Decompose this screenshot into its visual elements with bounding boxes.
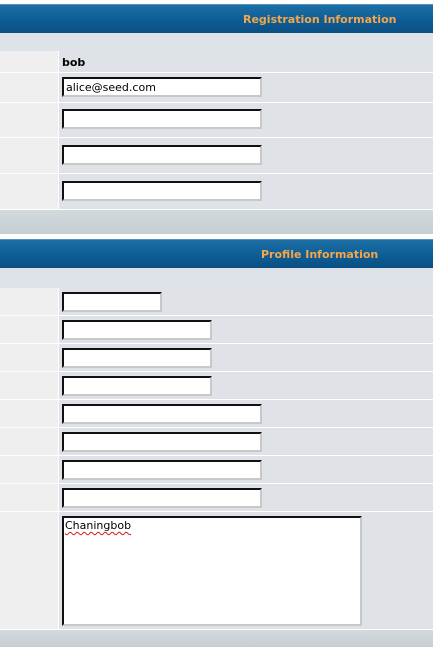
profile-row-3-field-cell [59, 344, 433, 371]
registration-footer-bar [0, 210, 433, 234]
registration-row-5 [0, 174, 433, 210]
username-value: bob [62, 56, 86, 69]
signature-row: Chaningbob [0, 512, 433, 630]
email-input[interactable] [62, 77, 262, 97]
signature-textarea[interactable]: Chaningbob [62, 516, 362, 626]
profile-row-4-field-cell [59, 372, 433, 399]
registration-row-3 [0, 103, 433, 138]
registration-section-header: Registration Information [0, 4, 433, 33]
profile-spacer [0, 268, 433, 288]
profile-row-1-field-cell [59, 288, 433, 315]
registration-row-4-field-cell [59, 138, 433, 173]
profile-footer-bar [0, 630, 433, 647]
profile-row-2-field-cell [59, 316, 433, 343]
profile-row-8-field-cell [59, 484, 433, 511]
profile-section-title: Profile Information [261, 248, 379, 261]
email-label-cell [0, 73, 59, 102]
username-row: bob [0, 51, 433, 73]
profile-row-4-label-cell [0, 372, 59, 399]
profile-field-1-input[interactable] [62, 292, 162, 312]
profile-row-8 [0, 484, 433, 512]
profile-field-2-input[interactable] [62, 320, 212, 340]
profile-row-5 [0, 400, 433, 428]
profile-row-4 [0, 372, 433, 400]
registration-spacer [0, 33, 433, 51]
registration-field-3-input[interactable] [62, 109, 262, 129]
email-row [0, 73, 433, 103]
username-field-cell: bob [59, 51, 433, 72]
registration-section-title: Registration Information [243, 13, 397, 26]
registration-row-4 [0, 138, 433, 174]
profile-row-3 [0, 344, 433, 372]
profile-field-8-input[interactable] [62, 488, 262, 508]
profile-row-6 [0, 428, 433, 456]
registration-field-5-input[interactable] [62, 181, 262, 201]
profile-row-2 [0, 316, 433, 344]
profile-field-7-input[interactable] [62, 460, 262, 480]
profile-row-7-label-cell [0, 456, 59, 483]
username-label-cell [0, 51, 59, 72]
profile-row-3-label-cell [0, 344, 59, 371]
profile-section-header: Profile Information [0, 239, 433, 268]
profile-row-7-field-cell [59, 456, 433, 483]
profile-field-5-input[interactable] [62, 404, 262, 424]
registration-row-5-field-cell [59, 174, 433, 209]
profile-row-6-label-cell [0, 428, 59, 455]
email-field-cell [59, 73, 433, 102]
profile-field-6-input[interactable] [62, 432, 262, 452]
registration-field-4-input[interactable] [62, 145, 262, 165]
signature-label-cell [0, 512, 59, 629]
registration-row-5-label-cell [0, 174, 59, 209]
registration-row-3-field-cell [59, 103, 433, 137]
profile-row-1-label-cell [0, 288, 59, 315]
registration-row-3-label-cell [0, 103, 59, 137]
profile-field-4-input[interactable] [62, 376, 212, 396]
profile-row-7 [0, 456, 433, 484]
profile-row-5-label-cell [0, 400, 59, 427]
profile-row-6-field-cell [59, 428, 433, 455]
profile-row-2-label-cell [0, 316, 59, 343]
profile-row-5-field-cell [59, 400, 433, 427]
profile-row-1 [0, 288, 433, 316]
profile-row-8-label-cell [0, 484, 59, 511]
profile-field-3-input[interactable] [62, 348, 212, 368]
signature-field-cell: Chaningbob [59, 512, 433, 629]
registration-row-4-label-cell [0, 138, 59, 173]
